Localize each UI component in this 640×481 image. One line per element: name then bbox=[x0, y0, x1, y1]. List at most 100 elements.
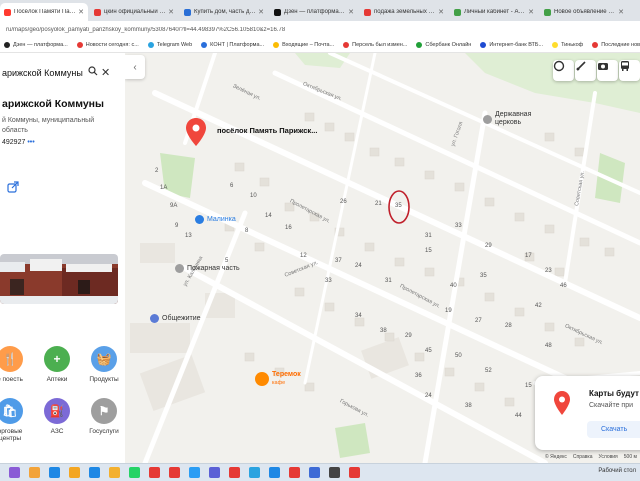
tab-close-icon[interactable]: ✕ bbox=[438, 8, 444, 16]
more-icon[interactable]: ••• bbox=[27, 139, 34, 146]
browser-tab[interactable]: подажа земельных уча ✕ bbox=[360, 3, 448, 21]
category-icon: + bbox=[44, 346, 70, 372]
house-number: 35 bbox=[480, 273, 487, 279]
map-footer-item[interactable]: Справка bbox=[573, 454, 593, 460]
taskbar-app-icon[interactable] bbox=[289, 467, 300, 478]
taskbar-app-icon[interactable] bbox=[189, 467, 200, 478]
tab-title: Посёлок Памяти Парижск bbox=[14, 9, 77, 15]
tab-close-icon[interactable]: ✕ bbox=[618, 8, 624, 16]
category-button[interactable]: 🛍 орговые центры bbox=[0, 398, 30, 442]
bookmark-item[interactable]: Дзен — платформа... bbox=[4, 42, 68, 48]
browser-tab[interactable]: Дзен — платформа для ✕ bbox=[270, 3, 358, 21]
bookmark-item[interactable]: Новости сегодня: с... bbox=[76, 42, 139, 48]
os-taskbar: Рабочий стол bbox=[0, 463, 640, 481]
ruler-icon[interactable] bbox=[575, 60, 596, 81]
map-footer-item[interactable]: 500 м bbox=[624, 454, 637, 460]
bookmark-item[interactable]: Тинькоф bbox=[552, 42, 583, 48]
panorama-icon[interactable] bbox=[597, 60, 618, 81]
search-input[interactable]: арижской Коммуны bbox=[2, 68, 87, 78]
taskbar-app-icon[interactable] bbox=[249, 467, 260, 478]
map-footer-item[interactable]: Условия bbox=[599, 454, 618, 460]
transport-icon[interactable] bbox=[619, 60, 640, 81]
taskbar-app-icon[interactable] bbox=[269, 467, 280, 478]
house-number: 33 bbox=[455, 223, 462, 229]
taskbar-app-icon[interactable] bbox=[129, 467, 140, 478]
taskbar-app-icon[interactable] bbox=[89, 467, 100, 478]
poi-dormitory[interactable]: Общежитие bbox=[150, 314, 201, 323]
taskbar-app-icon[interactable] bbox=[109, 467, 120, 478]
bookmark-item[interactable]: Персель был измен... bbox=[343, 42, 407, 48]
poi-label: Державная церковь bbox=[495, 111, 532, 126]
place-photo[interactable] bbox=[0, 254, 118, 304]
poi-malinka[interactable]: Малинка bbox=[195, 215, 236, 224]
category-button[interactable]: + Аптеки bbox=[37, 346, 77, 383]
search-icon[interactable] bbox=[88, 66, 98, 78]
bookmark-item[interactable]: Входящие – Почта... bbox=[273, 42, 334, 48]
browser-tab[interactable]: Личный кабинет - Авито ✕ bbox=[450, 3, 538, 21]
taskbar-app-icon[interactable] bbox=[29, 467, 40, 478]
taskbar-app-icon[interactable] bbox=[9, 467, 20, 478]
bookmark-item[interactable]: Telegram Web bbox=[147, 42, 192, 48]
poi-church[interactable]: Державная церковь bbox=[483, 111, 543, 127]
close-icon[interactable]: ✕ bbox=[101, 66, 110, 79]
bookmark-favicon-icon bbox=[147, 42, 154, 48]
bookmark-item[interactable]: Сбербанк Онлайн bbox=[416, 42, 471, 48]
category-button[interactable]: ⚑ Госуслуги bbox=[84, 398, 124, 435]
poi-fire-station[interactable]: Пожарная часть bbox=[175, 264, 240, 273]
tab-close-icon[interactable]: ✕ bbox=[258, 8, 264, 16]
taskbar-app-icon[interactable] bbox=[349, 467, 360, 478]
tab-close-icon[interactable]: ✕ bbox=[78, 8, 84, 16]
bookmark-label: Интернет-банк ВТБ... bbox=[489, 42, 544, 48]
pin-label[interactable]: посёлок Память Парижск... bbox=[217, 126, 317, 135]
taskbar-app-icon[interactable] bbox=[329, 467, 340, 478]
category-button[interactable]: 🍴 е поесть bbox=[0, 346, 30, 383]
taskbar-app-icon[interactable] bbox=[169, 467, 180, 478]
poi-teremok[interactable]: Теремок кафе bbox=[255, 371, 301, 387]
building-icon bbox=[150, 314, 159, 323]
taskbar-app-icon[interactable] bbox=[49, 467, 60, 478]
browser-tab[interactable]: цкин официальный сайт ✕ bbox=[90, 3, 178, 21]
map-canvas[interactable]: ‹ Зелёная ул. Октябрьская ул. Пролетарск… bbox=[125, 53, 640, 463]
share-icon[interactable] bbox=[7, 181, 19, 195]
category-label: Госуслуги bbox=[84, 428, 124, 435]
poi-label: Общежитие bbox=[162, 315, 201, 322]
house-number: 46 bbox=[560, 283, 567, 289]
category-button[interactable]: ⛽ АЗС bbox=[37, 398, 77, 435]
tab-title: цкин официальный сайт bbox=[104, 9, 167, 15]
bookmark-item[interactable]: Интернет-банк ВТБ... bbox=[480, 42, 543, 48]
place-panel: арижской Коммуны ✕ арижской Коммуны й Ко… bbox=[0, 53, 126, 463]
browser-tab[interactable]: Посёлок Памяти Парижск✕ bbox=[0, 3, 88, 21]
house-number: 35 bbox=[395, 203, 402, 209]
app-promo-card[interactable]: Карты будут Скачайте при Скачать bbox=[535, 376, 640, 450]
address-url[interactable]: ru/maps/geo/posyolok_pamyati_parizhskoy_… bbox=[6, 27, 606, 33]
tab-close-icon[interactable]: ✕ bbox=[528, 8, 534, 16]
search-box[interactable]: арижской Коммуны ✕ bbox=[0, 59, 122, 87]
house-number: 38 bbox=[465, 403, 472, 409]
house-number: 40 bbox=[450, 283, 457, 289]
category-label: е поесть bbox=[0, 376, 30, 383]
map-footer-item[interactable]: © Яндекс bbox=[545, 454, 567, 460]
tab-favicon-icon bbox=[184, 8, 191, 16]
taskbar-app-icon[interactable] bbox=[149, 467, 160, 478]
address-bar[interactable]: ru/maps/geo/posyolok_pamyati_parizhskoy_… bbox=[0, 21, 640, 39]
house-number: 50 bbox=[455, 353, 462, 359]
category-label-line: орговые bbox=[0, 428, 23, 435]
collapse-panel-button[interactable]: ‹ bbox=[125, 55, 145, 79]
browser-tab[interactable]: Новое объявление — Ав✕ bbox=[540, 3, 628, 21]
layers-icon[interactable] bbox=[553, 60, 574, 81]
download-button[interactable]: Скачать bbox=[587, 421, 640, 438]
browser-tab[interactable]: Купить дом, часть дома ✕ bbox=[180, 3, 268, 21]
bookmark-item[interactable]: КОНТ | Платформа... bbox=[201, 42, 264, 48]
taskbar-app-icon[interactable] bbox=[309, 467, 320, 478]
bookmark-item[interactable]: Последние новост... bbox=[592, 42, 640, 48]
category-button[interactable]: 🧺 Продукты bbox=[84, 346, 124, 383]
taskbar-app-icon[interactable] bbox=[229, 467, 240, 478]
place-subtitle-line: область bbox=[2, 127, 28, 134]
tab-close-icon[interactable]: ✕ bbox=[168, 8, 174, 16]
house-number: 45 bbox=[425, 348, 432, 354]
tab-close-icon[interactable]: ✕ bbox=[348, 8, 354, 16]
bookmark-favicon-icon bbox=[201, 42, 208, 48]
taskbar-desktop-label[interactable]: Рабочий стол bbox=[598, 468, 636, 474]
taskbar-app-icon[interactable] bbox=[69, 467, 80, 478]
taskbar-app-icon[interactable] bbox=[209, 467, 220, 478]
